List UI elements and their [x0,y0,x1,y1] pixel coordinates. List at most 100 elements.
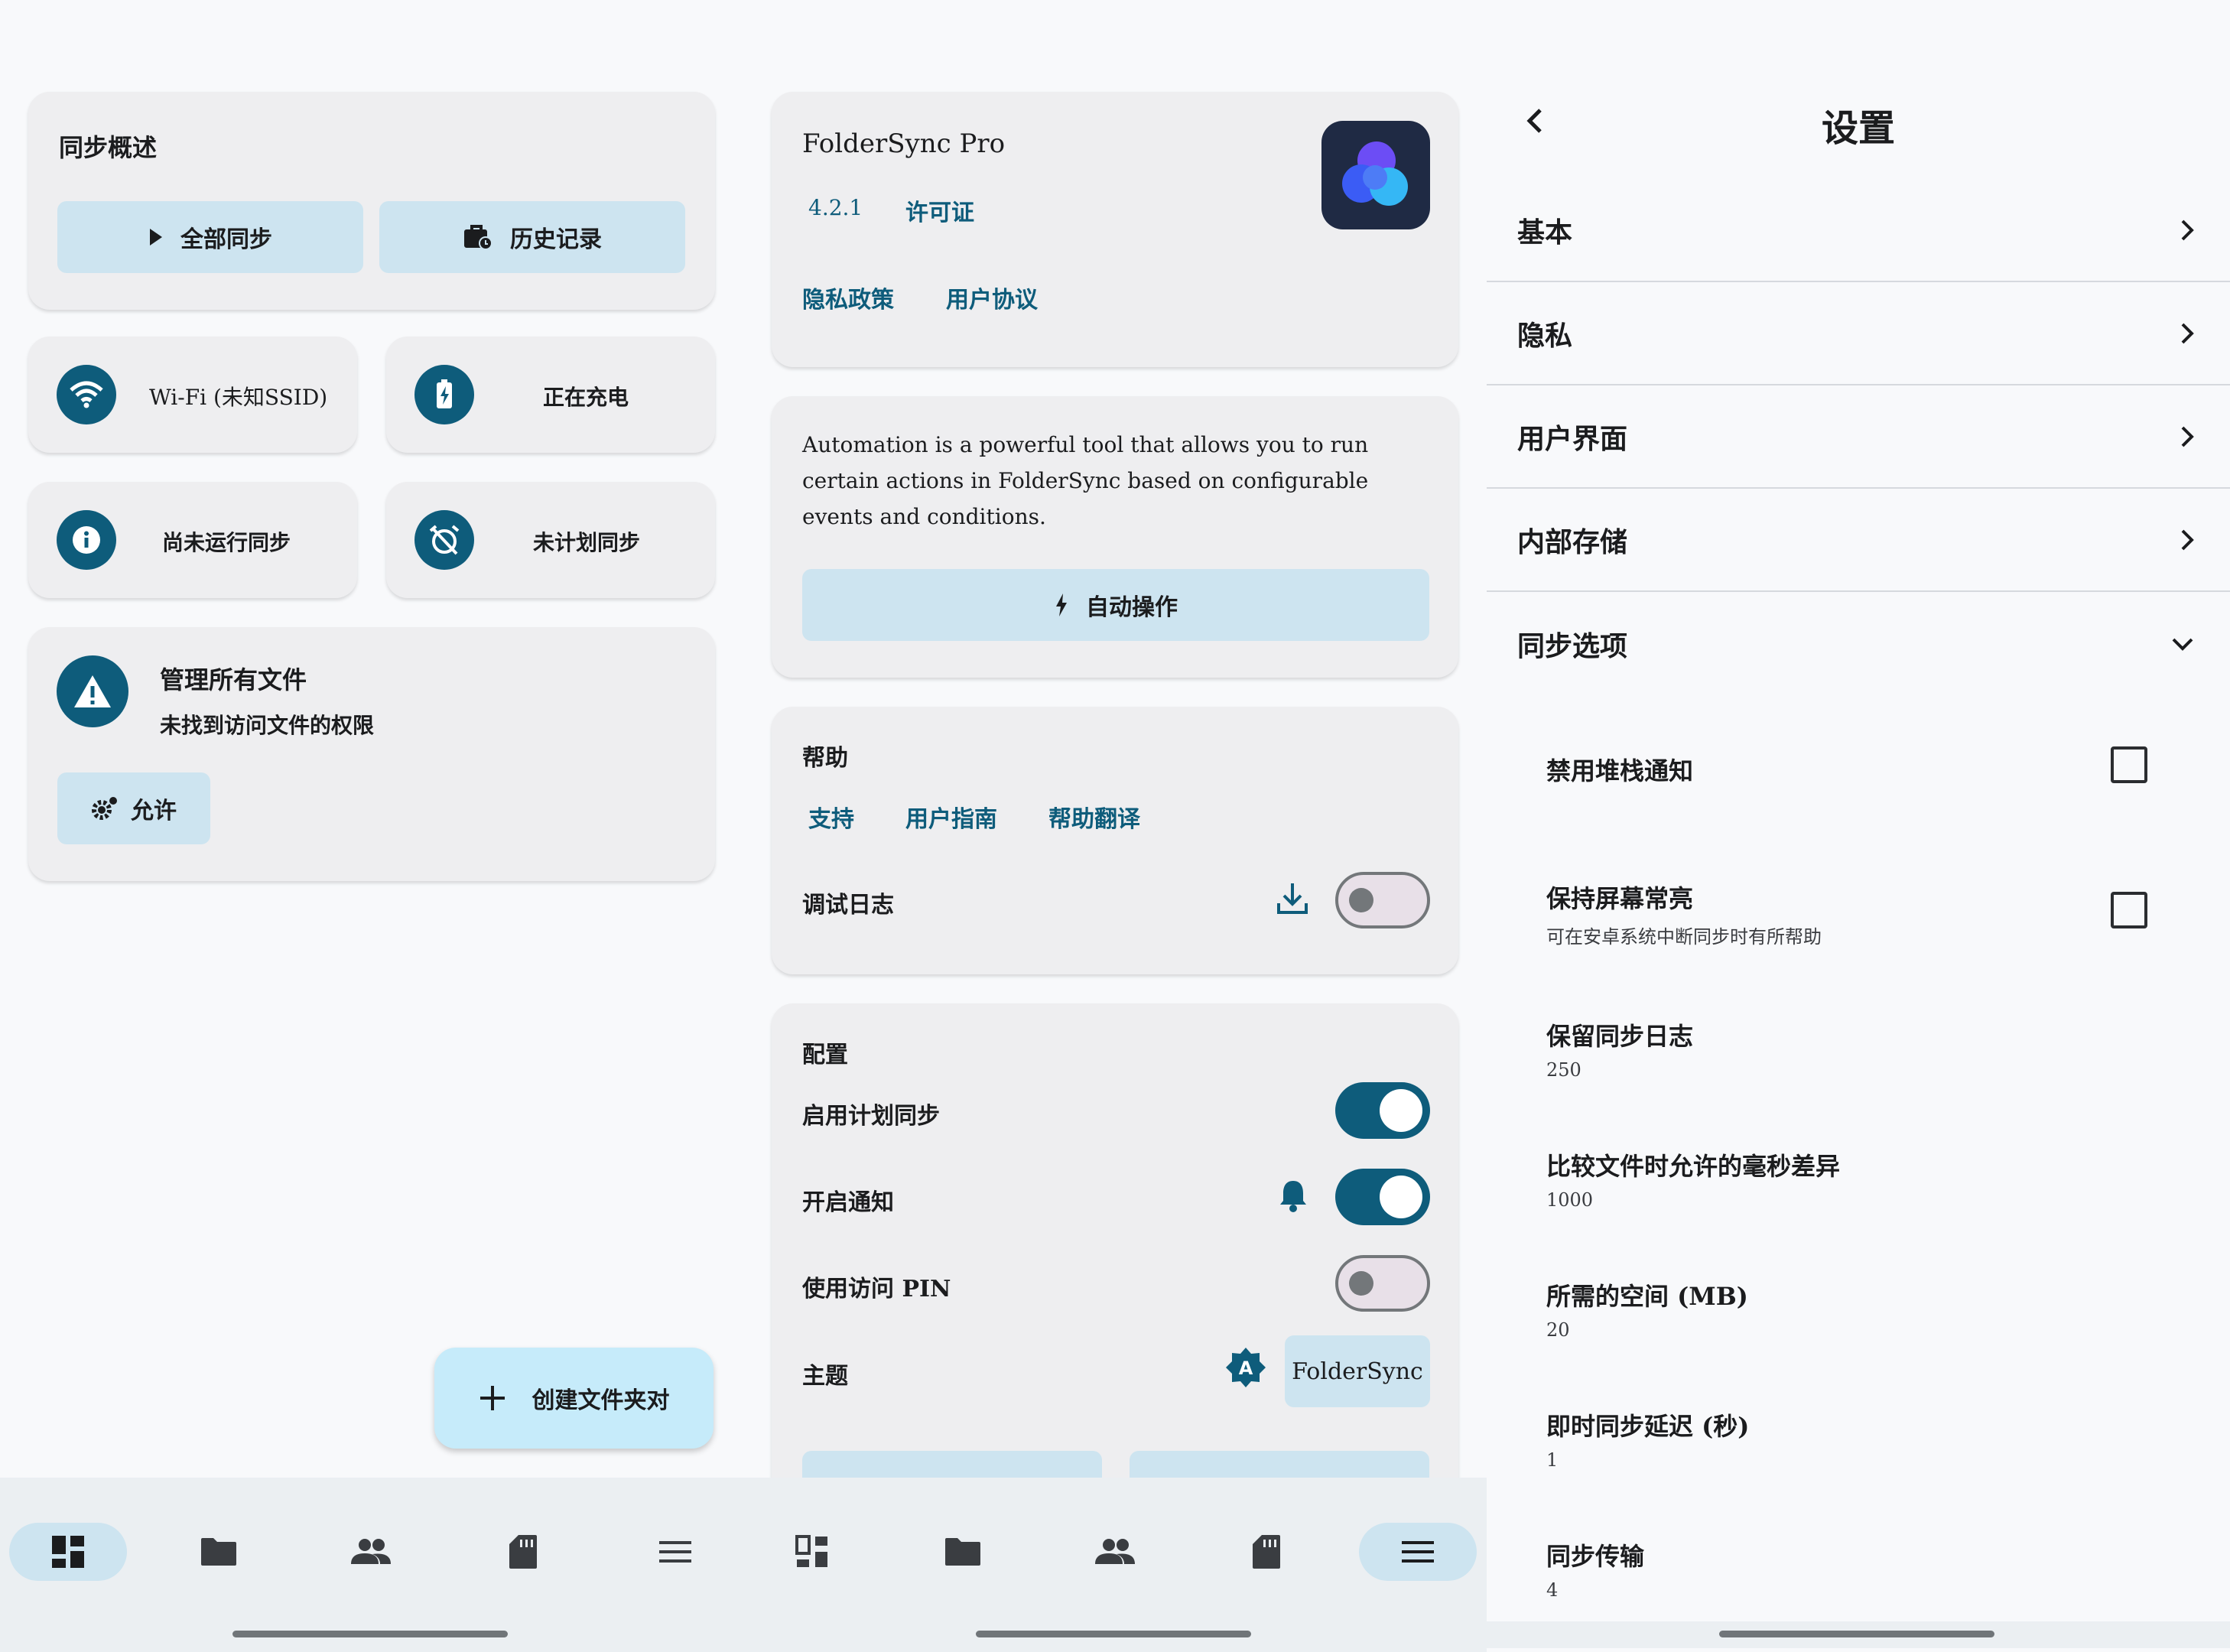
sync-not-run-card[interactable]: 尚未运行同步 [28,482,357,598]
svg-text:A: A [1239,1358,1253,1379]
allow-label: 允许 [131,798,177,824]
alarm-off-icon [414,510,474,570]
pin-switch[interactable] [1335,1255,1430,1312]
sync-overview-card: 同步概述 全部同步 历史记录 [28,92,715,310]
settings-row-storage[interactable]: 内部存储 [1487,489,2230,592]
sd-card-icon [509,1535,537,1569]
chevron-right-icon [2181,529,2194,550]
pin-label: 使用访问 PIN [802,1276,951,1302]
automation-card: Automation is a powerful tool that allow… [772,396,1458,678]
app-logo [1321,121,1430,229]
theme-value: FolderSync [1292,1358,1423,1385]
support-link[interactable]: 支持 [808,800,854,834]
settings-row-label: 内部存储 [1517,525,1628,558]
settings-screen: 设置 基本 隐私 用户界面 内部存储 同步选项 禁用堆栈通知 保持屏幕常亮 可在… [1487,0,2230,1652]
settings-gear-icon [92,797,117,820]
plus-icon [479,1386,505,1410]
help-card: 帮助 支持 用户指南 帮助翻译 调试日志 [772,707,1458,974]
automation-label: 自动操作 [1086,594,1178,621]
debug-log-switch[interactable] [1335,872,1430,928]
charging-status-card[interactable]: 正在充电 [386,337,715,453]
option-value: 20 [1546,1319,1570,1341]
option-title: 所需的空间 (MB) [1546,1282,1748,1311]
manage-files-subtitle: 未找到访问文件的权限 [160,713,375,738]
scheduled-sync-label: 启用计划同步 [802,1103,940,1130]
nav-more[interactable] [616,1523,734,1581]
sync-not-scheduled-card[interactable]: 未计划同步 [386,482,715,598]
nav-storage[interactable] [464,1523,582,1581]
info-icon [57,510,116,570]
terms-link[interactable]: 用户协议 [946,281,1038,314]
nav-more-2[interactable] [1359,1523,1477,1581]
allow-button[interactable]: 允许 [57,772,210,844]
nav-storage-2[interactable] [1208,1523,1325,1581]
option-title: 同步传输 [1546,1542,1645,1571]
sync-all-button[interactable]: 全部同步 [57,201,363,273]
option-value: 4 [1546,1579,1559,1601]
nav-dashboard[interactable] [9,1523,127,1581]
option-value: 1000 [1546,1189,1594,1211]
option-title: 保持屏幕常亮 [1546,884,1694,913]
settings-row-sync-options[interactable]: 同步选项 [1487,592,2230,695]
battery-charging-icon [414,365,474,424]
app-name: FolderSync Pro [802,128,1006,159]
notifications-label: 开启通知 [802,1189,894,1216]
dashboard-screen: 同步概述 全部同步 历史记录 Wi-Fi (未知SSID) 正在充电 尚未运行同… [0,0,743,1652]
automation-description: Automation is a powerful tool that allow… [802,432,1369,529]
sd-card-icon [1253,1535,1280,1569]
gesture-bar[interactable] [976,1631,1251,1637]
config-card: 配置 启用计划同步 开启通知 使用访问 PIN 主题 A FolderSync [772,1003,1458,1554]
option-subtitle: 可在安卓系统中断同步时有所帮助 [1546,926,1822,948]
notifications-switch[interactable] [1335,1169,1430,1225]
create-folderpair-fab[interactable]: 创建文件夹对 [434,1348,714,1449]
wifi-icon [57,365,116,424]
menu-icon [659,1541,691,1563]
settings-row-privacy[interactable]: 隐私 [1487,282,2230,385]
app-version: 4.2.1 [808,195,863,220]
nav-folderpairs[interactable] [160,1523,278,1581]
keep-screen-on-checkbox[interactable] [2111,892,2147,928]
folder-icon [945,1538,980,1566]
nav-folderpairs-2[interactable] [904,1523,1022,1581]
config-title: 配置 [802,1042,848,1068]
play-icon [150,229,162,246]
bolt-icon [1056,593,1067,616]
nav-dashboard-2[interactable] [753,1523,871,1581]
option-value: 1 [1546,1449,1559,1471]
scheduled-sync-switch[interactable] [1335,1082,1430,1139]
theme-select-button[interactable]: FolderSync [1285,1335,1430,1407]
nav-accounts[interactable] [312,1523,430,1581]
help-translate-link[interactable]: 帮助翻译 [1048,800,1140,834]
history-button[interactable]: 历史记录 [379,201,685,273]
wifi-status-card[interactable]: Wi-Fi (未知SSID) [28,337,357,453]
history-label: 历史记录 [510,226,602,253]
gesture-bar[interactable] [1719,1631,1994,1637]
wifi-label: Wi-Fi (未知SSID) [149,385,328,410]
app-info-card: FolderSync Pro 4.2.1 许可证 隐私政策 用户协议 [772,92,1458,367]
warning-icon [57,655,128,727]
debug-log-label: 调试日志 [802,892,894,919]
chevron-right-icon [2181,323,2194,343]
privacy-policy-link[interactable]: 隐私政策 [802,281,894,314]
people-icon [351,1539,391,1564]
settings-title: 设置 [1821,107,1895,150]
manage-files-title: 管理所有文件 [160,665,307,694]
settings-row-basic[interactable]: 基本 [1487,179,2230,282]
gesture-bar[interactable] [232,1631,508,1637]
manage-files-card: 管理所有文件 未找到访问文件的权限 允许 [28,627,715,881]
dashboard-icon [52,1536,84,1568]
nav-accounts-2[interactable] [1056,1523,1174,1581]
user-guide-link[interactable]: 用户指南 [905,800,997,834]
settings-row-label: 用户界面 [1517,422,1628,455]
history-bag-icon [464,225,492,250]
download-icon[interactable] [1274,880,1311,917]
create-folderpair-label: 创建文件夹对 [531,1387,670,1414]
settings-row-ui[interactable]: 用户界面 [1487,385,2230,489]
chevron-right-icon [2181,426,2194,447]
disable-stack-notifications-checkbox[interactable] [2111,746,2147,783]
license-link[interactable]: 许可证 [905,193,974,227]
chevron-right-icon [2181,220,2194,240]
settings-row-label: 隐私 [1517,319,1573,352]
automation-button[interactable]: 自动操作 [802,569,1429,641]
option-title: 保留同步日志 [1546,1022,1694,1051]
